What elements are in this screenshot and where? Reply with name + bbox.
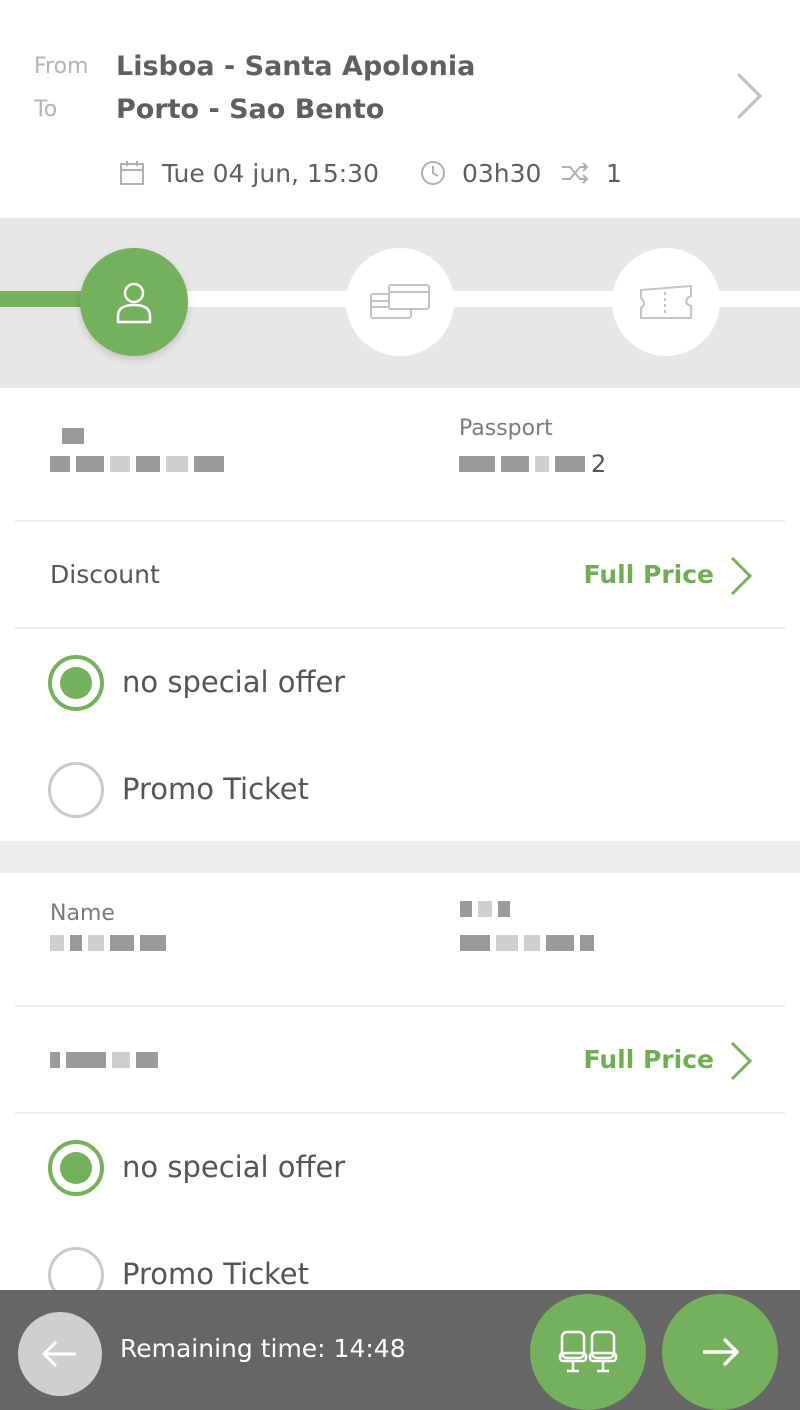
seat-selection-button[interactable] [530, 1294, 646, 1410]
seats-icon [558, 1330, 618, 1373]
passenger-name-masked [50, 452, 224, 476]
document-label-masked [460, 897, 510, 921]
ticket-icon [640, 284, 692, 319]
option-label: Promo Ticket [122, 1257, 310, 1290]
from-label: From [34, 54, 89, 79]
departure-datetime: Tue 04 jun, 15:30 [118, 155, 379, 191]
document-number-masked: 2 [459, 450, 607, 478]
to-label: To [34, 97, 58, 122]
chevron-right-icon[interactable] [726, 554, 756, 598]
divider [15, 520, 785, 522]
departure-date: Tue 04 jun, 15:30 [162, 158, 379, 188]
from-station: Lisboa - Santa Apolonia [116, 51, 476, 82]
passenger-name-label-masked [62, 424, 84, 448]
trip-changes: 1 [560, 155, 622, 191]
back-button[interactable] [18, 1312, 102, 1396]
passenger-name-masked [50, 931, 166, 955]
name-label: Name [50, 901, 115, 926]
calendar-icon [120, 161, 144, 185]
credit-cards-icon [370, 284, 430, 319]
step-ticket[interactable] [612, 248, 720, 356]
radio-no-special-offer[interactable] [48, 655, 104, 711]
discount-label-masked [50, 1048, 158, 1072]
option-label: no special offer [122, 665, 346, 699]
section-gap [0, 841, 800, 873]
radio-promo-ticket[interactable] [48, 1247, 104, 1290]
changes-count: 1 [606, 158, 622, 188]
passenger-card-2: Name Full Price no special offer Promo T… [0, 873, 800, 1290]
step-payment[interactable] [346, 248, 454, 356]
option-label: Promo Ticket [122, 772, 310, 806]
booking-progress-stepper [0, 218, 800, 388]
radio-promo-ticket[interactable] [48, 762, 104, 818]
chevron-right-icon[interactable] [728, 70, 768, 122]
next-button[interactable] [662, 1294, 778, 1410]
document-type-label: Passport [459, 416, 553, 441]
person-icon [116, 282, 152, 324]
clock-icon [421, 161, 445, 185]
radio-no-special-offer[interactable] [48, 1140, 104, 1196]
fare-type-value[interactable]: Full Price [584, 560, 714, 589]
divider [15, 627, 785, 629]
shuffle-icon [562, 162, 589, 184]
trip-duration: 03h30 [418, 155, 541, 191]
step-passengers[interactable] [80, 248, 188, 356]
to-station: Porto - Sao Bento [116, 94, 385, 125]
divider [15, 1112, 785, 1114]
fare-type-value[interactable]: Full Price [584, 1045, 714, 1074]
remaining-time: Remaining time: 14:48 [120, 1334, 406, 1363]
chevron-right-icon[interactable] [726, 1039, 756, 1083]
arrow-left-icon [41, 1340, 76, 1368]
discount-label: Discount [50, 560, 160, 589]
divider [15, 1005, 785, 1007]
duration-value: 03h30 [462, 158, 542, 188]
passenger-card-1: Passport 2 Discount Full Price no specia… [0, 388, 800, 841]
document-number-masked [460, 931, 594, 955]
document-number-suffix: 2 [591, 450, 607, 478]
arrow-right-icon [703, 1337, 740, 1367]
option-label: no special offer [122, 1150, 346, 1184]
bottom-action-bar: Remaining time: 14:48 [0, 1290, 800, 1410]
journey-summary[interactable]: From To Lisboa - Santa Apolonia Porto - … [0, 0, 800, 218]
